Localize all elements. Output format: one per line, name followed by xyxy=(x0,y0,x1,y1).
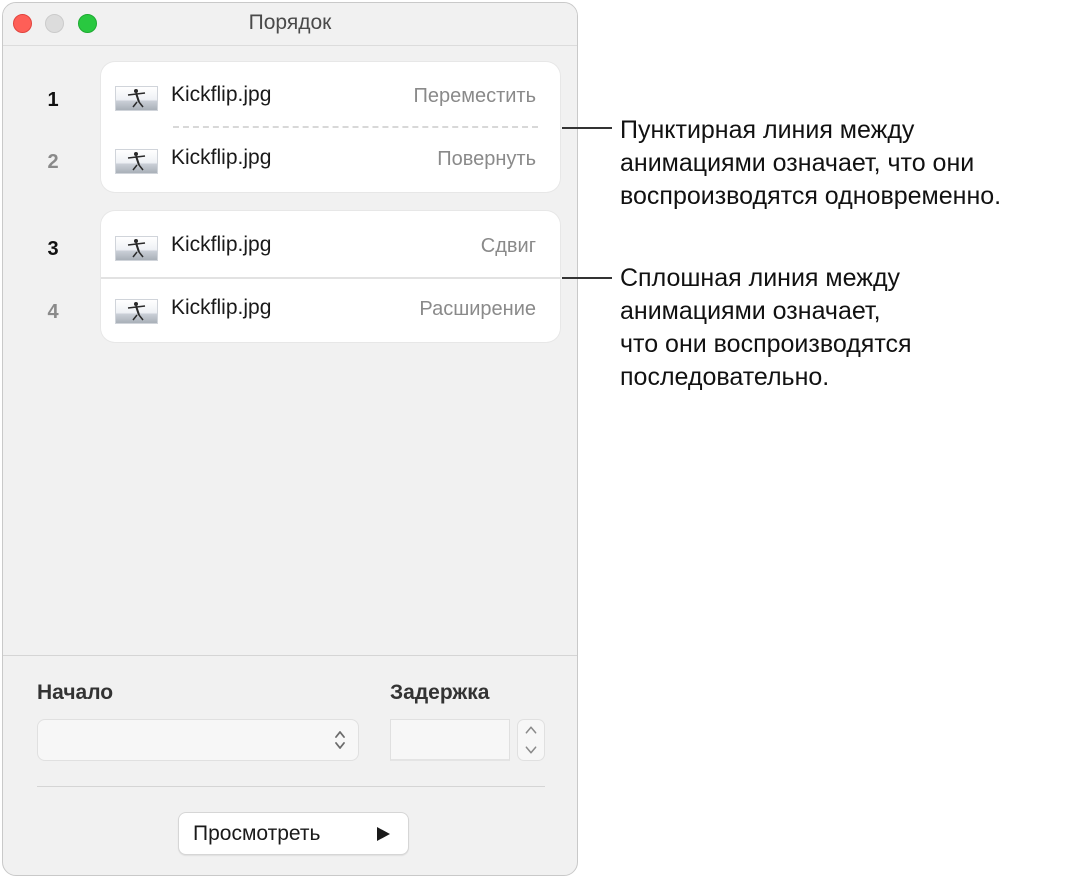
panel-divider xyxy=(3,655,577,656)
chevron-down-icon[interactable] xyxy=(518,740,544,760)
file-name: Kickflip.jpg xyxy=(171,83,272,106)
animation-item-2[interactable]: Kickflip.jpg Повернуть xyxy=(101,128,560,190)
delay-stepper[interactable] xyxy=(517,719,545,761)
file-name: Kickflip.jpg xyxy=(171,146,272,169)
chevron-up-icon[interactable] xyxy=(518,720,544,740)
animation-item-4[interactable]: Kickflip.jpg Расширение xyxy=(101,278,560,340)
file-name: Kickflip.jpg xyxy=(171,296,272,319)
animation-item-3[interactable]: Kickflip.jpg Сдвиг xyxy=(101,215,560,277)
animation-item-1[interactable]: Kickflip.jpg Переместить xyxy=(101,65,560,127)
animation-number-4: 4 xyxy=(47,301,59,323)
preview-label: Просмотреть xyxy=(193,822,321,845)
build-order-window: Порядок 1 2 3 4 Kickflip.jpg Переместить… xyxy=(2,2,578,876)
animation-number-2: 2 xyxy=(47,151,59,173)
skateboarder-photo-icon xyxy=(115,86,158,111)
skateboarder-photo-icon xyxy=(115,299,158,324)
window-title: Порядок xyxy=(248,11,332,34)
animation-number-3: 3 xyxy=(47,238,59,260)
start-popup[interactable] xyxy=(37,719,359,761)
dashed-line-callout: Пунктирная линия между анимациями означа… xyxy=(620,116,1002,210)
animation-number-1: 1 xyxy=(47,89,59,111)
animation-group-simultaneous: Kickflip.jpg Переместить Kickflip.jpg По… xyxy=(101,62,560,192)
animation-group-sequential: Kickflip.jpg Сдвиг Kickflip.jpg Расширен… xyxy=(101,211,560,342)
solid-callout-leader xyxy=(562,277,612,279)
effect-name: Повернуть xyxy=(437,148,536,170)
effect-name: Переместить xyxy=(413,85,536,107)
up-down-chevron-icon xyxy=(335,731,345,749)
preview-button[interactable]: Просмотреть xyxy=(178,812,409,855)
play-icon xyxy=(377,827,390,841)
delay-label: Задержка xyxy=(390,681,490,704)
skateboarder-photo-icon xyxy=(115,149,158,174)
dashed-callout-leader xyxy=(562,127,612,129)
effect-name: Сдвиг xyxy=(480,235,536,257)
file-name: Kickflip.jpg xyxy=(171,233,272,256)
skateboarder-photo-icon xyxy=(115,236,158,261)
title-bar[interactable]: Порядок xyxy=(3,3,577,46)
delay-field[interactable] xyxy=(390,719,510,761)
solid-line-callout: Сплошная линия между анимациями означает… xyxy=(620,264,912,391)
start-label: Начало xyxy=(37,681,114,704)
stage: Порядок 1 2 3 4 Kickflip.jpg Переместить… xyxy=(0,0,1076,878)
controls-divider xyxy=(37,786,545,787)
effect-name: Расширение xyxy=(419,298,536,320)
